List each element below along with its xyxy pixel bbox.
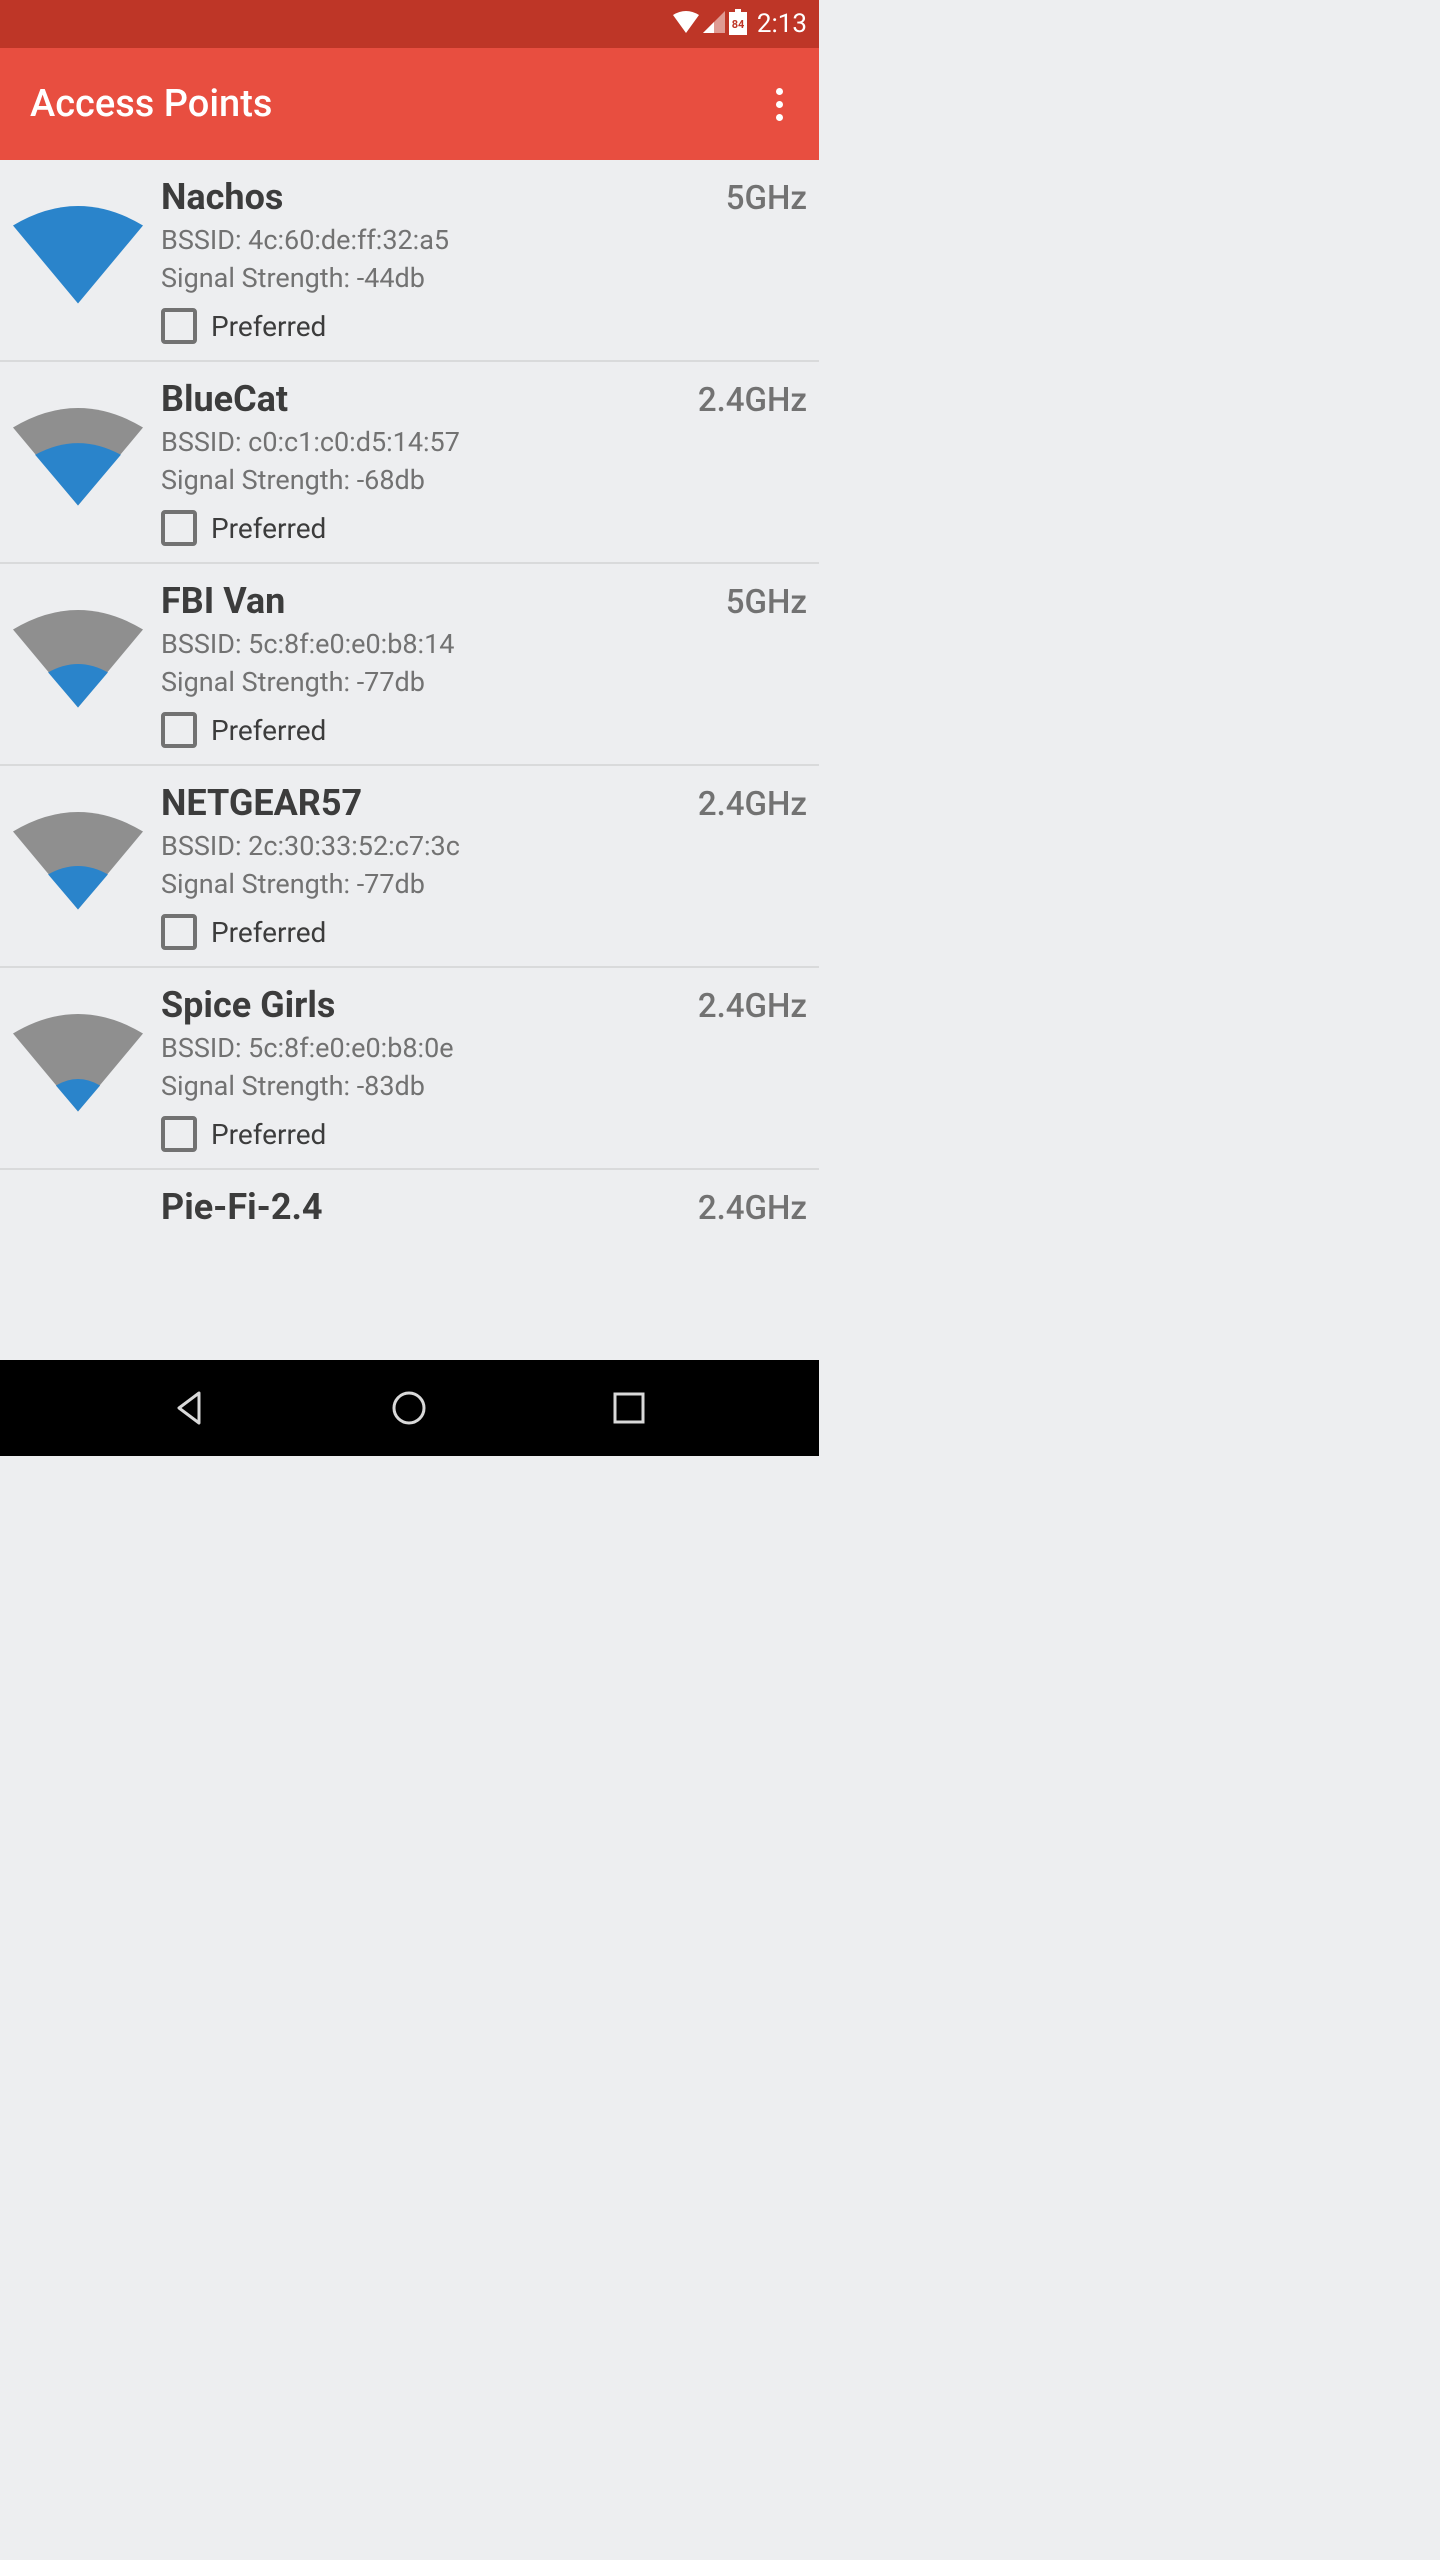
preferred-checkbox[interactable] — [161, 308, 197, 344]
back-button[interactable] — [165, 1383, 215, 1433]
preferred-checkbox[interactable] — [161, 510, 197, 546]
ap-signal: Signal Strength: -44db — [161, 262, 807, 294]
wifi-signal-icon — [10, 984, 145, 1104]
preferred-label: Preferred — [211, 916, 326, 949]
overflow-menu-button[interactable] — [759, 84, 799, 124]
cellular-signal-icon — [703, 11, 725, 37]
status-time: 2:13 — [757, 9, 807, 39]
ap-bssid: BSSID: 5c:8f:e0:e0:b8:14 — [161, 628, 807, 660]
ap-bssid: BSSID: 5c:8f:e0:e0:b8:0e — [161, 1032, 807, 1064]
wifi-status-icon — [673, 11, 699, 37]
ap-bssid: BSSID: 4c:60:de:ff:32:a5 — [161, 224, 807, 256]
page-title: Access Points — [30, 82, 272, 126]
preferred-label: Preferred — [211, 310, 326, 343]
ap-bssid: BSSID: 2c:30:33:52:c7:3c — [161, 830, 807, 862]
access-point-item[interactable]: Spice Girls 2.4GHz BSSID: 5c:8f:e0:e0:b8… — [0, 968, 819, 1170]
preferred-label: Preferred — [211, 714, 326, 747]
wifi-signal-icon — [10, 580, 145, 700]
preferred-checkbox[interactable] — [161, 914, 197, 950]
access-points-list: Nachos 5GHz BSSID: 4c:60:de:ff:32:a5 Sig… — [0, 160, 819, 1360]
ap-signal: Signal Strength: -83db — [161, 1070, 807, 1102]
home-button[interactable] — [384, 1383, 434, 1433]
ap-name: Nachos — [161, 176, 283, 218]
wifi-signal-icon — [10, 176, 145, 296]
ap-band: 2.4GHz — [698, 1189, 807, 1228]
ap-signal: Signal Strength: -77db — [161, 666, 807, 698]
access-point-item[interactable]: Pie-Fi-2.4 2.4GHz — [0, 1170, 819, 1230]
access-point-item[interactable]: NETGEAR57 2.4GHz BSSID: 2c:30:33:52:c7:3… — [0, 766, 819, 968]
access-point-item[interactable]: BlueCat 2.4GHz BSSID: c0:c1:c0:d5:14:57 … — [0, 362, 819, 564]
ap-band: 5GHz — [726, 179, 807, 218]
more-vert-icon — [776, 88, 783, 121]
ap-band: 2.4GHz — [698, 381, 807, 420]
ap-signal: Signal Strength: -68db — [161, 464, 807, 496]
ap-bssid: BSSID: c0:c1:c0:d5:14:57 — [161, 426, 807, 458]
ap-band: 5GHz — [726, 583, 807, 622]
ap-name: Spice Girls — [161, 984, 335, 1026]
access-point-item[interactable]: FBI Van 5GHz BSSID: 5c:8f:e0:e0:b8:14 Si… — [0, 564, 819, 766]
status-bar: 84 2:13 — [0, 0, 819, 48]
ap-band: 2.4GHz — [698, 785, 807, 824]
status-icons: 84 2:13 — [673, 9, 807, 39]
wifi-signal-icon — [10, 1186, 145, 1230]
ap-signal: Signal Strength: -77db — [161, 868, 807, 900]
recent-apps-button[interactable] — [604, 1383, 654, 1433]
preferred-label: Preferred — [211, 512, 326, 545]
ap-band: 2.4GHz — [698, 987, 807, 1026]
battery-icon: 84 — [729, 9, 747, 39]
app-bar: Access Points — [0, 48, 819, 160]
ap-name: FBI Van — [161, 580, 285, 622]
preferred-label: Preferred — [211, 1118, 326, 1151]
ap-name: NETGEAR57 — [161, 782, 362, 824]
ap-name: Pie-Fi-2.4 — [161, 1186, 323, 1228]
access-point-item[interactable]: Nachos 5GHz BSSID: 4c:60:de:ff:32:a5 Sig… — [0, 160, 819, 362]
wifi-signal-icon — [10, 378, 145, 498]
preferred-checkbox[interactable] — [161, 712, 197, 748]
ap-name: BlueCat — [161, 378, 288, 420]
wifi-signal-icon — [10, 782, 145, 902]
navigation-bar — [0, 1360, 819, 1456]
svg-text:84: 84 — [732, 18, 745, 31]
preferred-checkbox[interactable] — [161, 1116, 197, 1152]
